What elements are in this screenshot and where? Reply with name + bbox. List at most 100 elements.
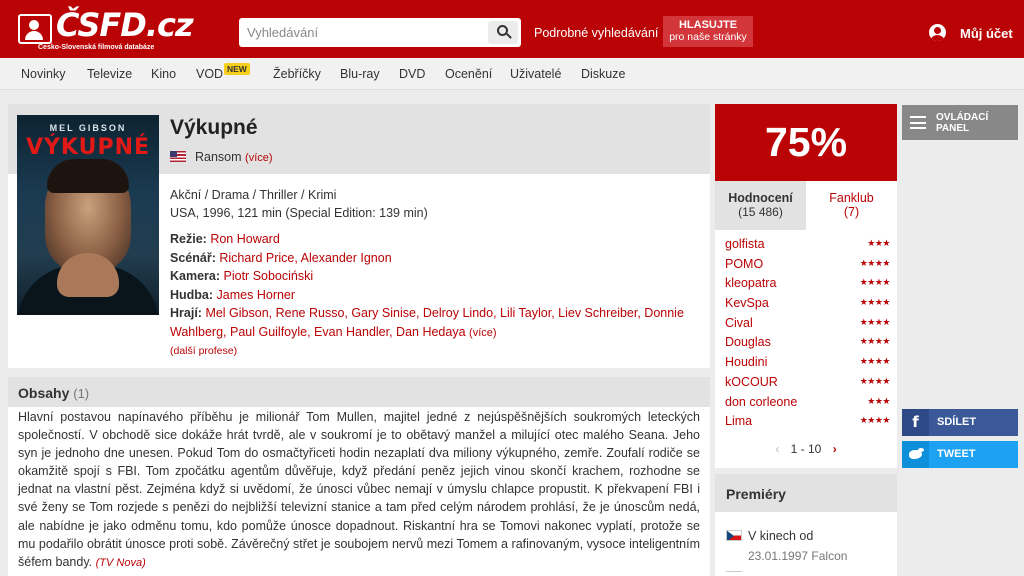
plot-heading-text: Obsahy bbox=[18, 385, 70, 401]
writers-line: Scénář: Richard Price, Alexander Ignon bbox=[170, 249, 392, 267]
vote-banner[interactable]: HLASUJTE pro naše stránky bbox=[663, 16, 753, 47]
rating-percent: 75% bbox=[715, 104, 897, 181]
control-panel-button[interactable]: OVLÁDACÍ PANEL bbox=[902, 105, 1018, 140]
search-input[interactable] bbox=[239, 18, 489, 47]
star-rating-icon: ★★★ bbox=[867, 395, 890, 406]
chevron-right-icon[interactable]: › bbox=[833, 442, 837, 456]
user-link[interactable]: Cival bbox=[725, 316, 753, 330]
usa-flag-icon bbox=[170, 151, 186, 162]
nav-item-bluray[interactable]: Blu-ray bbox=[340, 67, 380, 81]
next-flag-icon bbox=[726, 571, 742, 576]
cast-links[interactable]: Mel Gibson, Rene Russo, Gary Sinise, Del… bbox=[170, 306, 684, 339]
account-label: Můj účet bbox=[960, 26, 1013, 41]
pager-range: 1 - 10 bbox=[790, 442, 822, 456]
tab-fanclub-count: (7) bbox=[843, 205, 860, 219]
user-link[interactable]: kOCOUR bbox=[725, 375, 778, 389]
writers-link[interactable]: Richard Price, Alexander Ignon bbox=[219, 251, 391, 265]
film-poster[interactable]: MEL GIBSON VÝKUPNÉ bbox=[17, 115, 159, 315]
rating-card: 75% Hodnocení (15 486) Fanklub (7) golfi… bbox=[715, 104, 897, 468]
cast-more-link[interactable]: (více) bbox=[469, 327, 497, 339]
star-rating-icon: ★★★ bbox=[867, 238, 890, 248]
control-panel-line1: OVLÁDACÍ bbox=[936, 112, 989, 123]
poster-actor-name: MEL GIBSON bbox=[49, 123, 127, 133]
list-item: golfista ★★★ bbox=[725, 235, 890, 255]
original-title: Ransom (více) bbox=[195, 150, 273, 164]
advanced-search-link[interactable]: Podrobné vyhledávání bbox=[534, 26, 658, 40]
list-item: KevSpa ★★★★ bbox=[725, 294, 891, 314]
plot-text: Hlavní postavou napínavého příběhu je mi… bbox=[18, 408, 700, 572]
film-origin: USA, 1996, 121 min (Special Edition: 139… bbox=[170, 206, 428, 220]
list-item: Cival ★★★★ bbox=[725, 314, 891, 334]
user-link[interactable]: don corleone bbox=[725, 395, 797, 409]
site-header: ČSFD.cz Česko-Slovenská filmová databáze… bbox=[0, 0, 1024, 58]
writers-label: Scénář: bbox=[170, 251, 216, 265]
logo-person-icon bbox=[18, 14, 52, 44]
music-label: Hudba: bbox=[170, 288, 214, 302]
other-professions-link[interactable]: (další profese) bbox=[170, 345, 237, 357]
director-label: Režie: bbox=[170, 232, 207, 246]
new-badge: NEW bbox=[224, 63, 250, 75]
nav-item-zebricky[interactable]: Žebříčky bbox=[273, 67, 321, 81]
facebook-share-button[interactable]: f SDÍLET bbox=[902, 409, 1018, 436]
camera-link[interactable]: Piotr Sobociński bbox=[224, 269, 314, 283]
nav-item-dvd[interactable]: DVD bbox=[399, 67, 425, 81]
tab-ratings-count: (15 486) bbox=[738, 205, 783, 219]
logo-text: ČSFD.cz bbox=[56, 6, 194, 44]
list-item: POMO ★★★★ bbox=[725, 255, 891, 275]
user-link[interactable]: KevSpa bbox=[725, 296, 769, 310]
vote-banner-subtitle: pro naše stránky bbox=[669, 31, 747, 43]
nav-item-oceneni[interactable]: Ocenění bbox=[445, 67, 492, 81]
star-rating-icon: ★★★★ bbox=[859, 336, 891, 347]
facebook-share-label: SDÍLET bbox=[937, 416, 977, 428]
nav-item-novinky[interactable]: Novinky bbox=[21, 67, 65, 81]
tab-ratings[interactable]: Hodnocení (15 486) bbox=[715, 181, 806, 230]
list-item: kleopatra ★★★★ bbox=[725, 274, 891, 294]
search-button[interactable] bbox=[488, 21, 518, 44]
star-rating-icon: ★★★★ bbox=[859, 277, 891, 288]
chevron-left-icon[interactable]: ‹ bbox=[775, 442, 779, 456]
twitter-share-button[interactable]: TWEET bbox=[902, 441, 1018, 468]
user-link[interactable]: Lima bbox=[725, 414, 752, 428]
main-nav: Novinky Televize Kino VOD NEW Žebříčky B… bbox=[0, 58, 1024, 90]
music-link[interactable]: James Horner bbox=[217, 288, 296, 302]
cast-line: Hrají: Mel Gibson, Rene Russo, Gary Sini… bbox=[170, 304, 700, 343]
search-icon-handle bbox=[506, 33, 512, 39]
original-title-more-link[interactable]: (více) bbox=[245, 152, 273, 164]
logo-subtitle: Česko-Slovenská filmová databáze bbox=[38, 44, 155, 51]
star-rating-icon: ★★★★ bbox=[859, 297, 891, 308]
facebook-icon: f bbox=[902, 409, 929, 436]
nav-item-uzivatele[interactable]: Uživatelé bbox=[510, 67, 561, 81]
control-panel-line2: PANEL bbox=[936, 123, 970, 134]
site-logo[interactable]: ČSFD.cz Česko-Slovenská filmová databáze bbox=[18, 7, 194, 54]
menu-icon bbox=[910, 116, 926, 129]
user-link[interactable]: POMO bbox=[725, 257, 763, 271]
plot-heading: Obsahy (1) bbox=[18, 385, 89, 401]
nav-item-televize[interactable]: Televize bbox=[87, 67, 132, 81]
user-ratings-list: golfista ★★★ POMO ★★★★ kleopatra ★★★★ Ke… bbox=[725, 235, 891, 432]
tab-fanclub[interactable]: Fanklub (7) bbox=[806, 181, 897, 230]
user-link[interactable]: golfista bbox=[725, 237, 765, 251]
user-link[interactable]: kleopatra bbox=[725, 276, 776, 290]
director-line: Režie: Ron Howard bbox=[170, 230, 280, 248]
music-line: Hudba: James Horner bbox=[170, 286, 295, 304]
star-rating-icon: ★★★★ bbox=[859, 415, 891, 426]
list-item: Douglas ★★★★ bbox=[725, 333, 891, 353]
plot-header-band bbox=[8, 377, 710, 407]
user-link[interactable]: Douglas bbox=[725, 335, 771, 349]
list-item: kOCOUR ★★★★ bbox=[725, 373, 891, 393]
director-link[interactable]: Ron Howard bbox=[210, 232, 279, 246]
user-link[interactable]: Houdini bbox=[725, 355, 767, 369]
tab-ratings-label: Hodnocení bbox=[728, 191, 793, 205]
nav-item-vod[interactable]: VOD bbox=[196, 67, 223, 81]
plot-source-link[interactable]: (TV Nova) bbox=[96, 557, 146, 569]
nav-item-diskuze[interactable]: Diskuze bbox=[581, 67, 625, 81]
camera-line: Kamera: Piotr Sobociński bbox=[170, 267, 313, 285]
control-panel-label: OVLÁDACÍ PANEL bbox=[936, 112, 988, 134]
twitter-share-label: TWEET bbox=[937, 448, 976, 460]
nav-item-kino[interactable]: Kino bbox=[151, 67, 176, 81]
premiere-label: V kinech od bbox=[748, 529, 814, 543]
cast-label: Hrají: bbox=[170, 306, 202, 320]
film-genres: Akční / Drama / Thriller / Krimi bbox=[170, 188, 337, 202]
film-title: Výkupné bbox=[170, 116, 258, 139]
ratings-pager: ‹ 1 - 10 › bbox=[715, 442, 897, 456]
